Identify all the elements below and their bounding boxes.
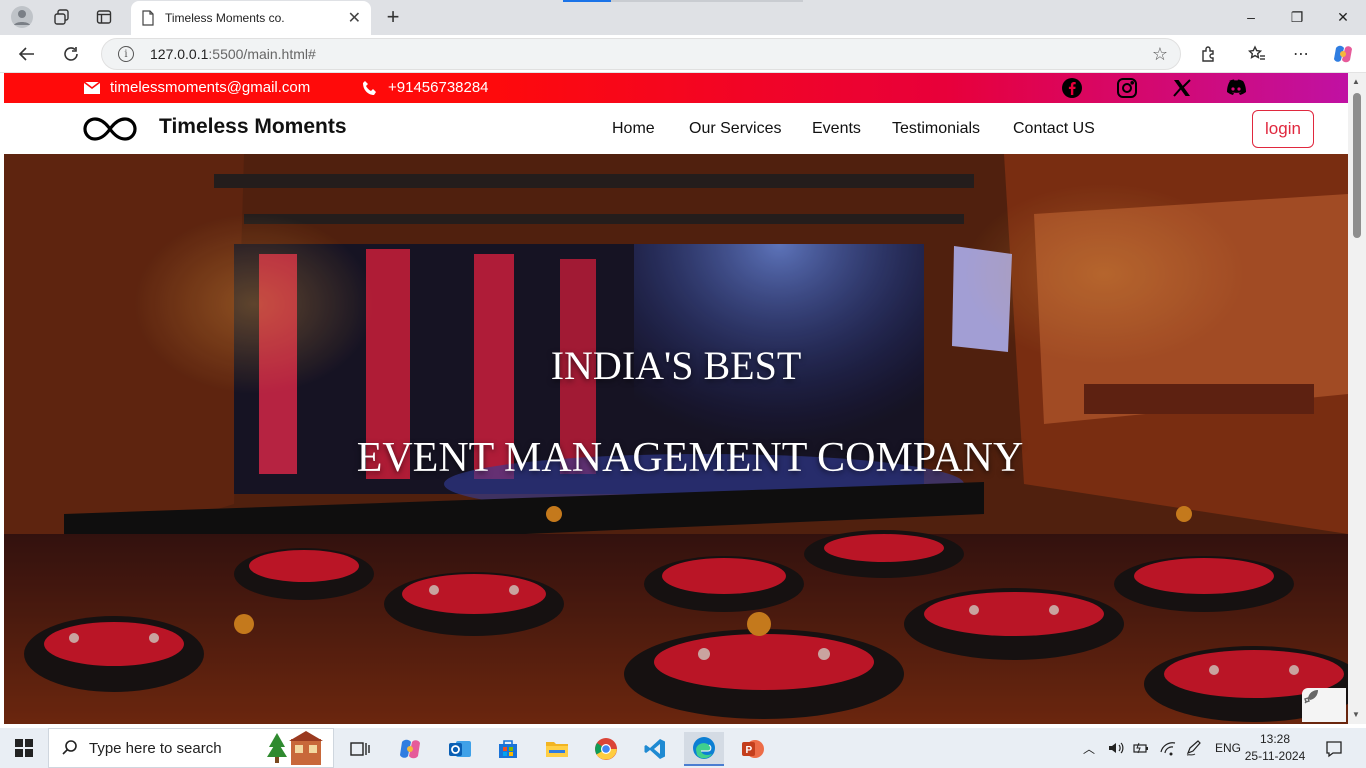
favorite-star-icon[interactable]: ☆ (1152, 44, 1168, 65)
battery-icon[interactable] (1133, 740, 1151, 756)
tab-loading-indicator (563, 0, 611, 2)
vscode-icon[interactable] (635, 732, 675, 766)
hero-heading-line-2: EVENT MANAGEMENT COMPANY (356, 435, 1024, 481)
back-button[interactable] (12, 40, 42, 68)
page-viewport: timelessmoments@gmail.com +91456738284 T… (4, 73, 1348, 724)
url-host: 127.0.0.1 (150, 46, 209, 62)
svg-text:P: P (746, 745, 753, 756)
volume-icon[interactable] (1107, 740, 1125, 756)
brand-name[interactable]: Timeless Moments (159, 115, 347, 139)
email-contact[interactable]: timelessmoments@gmail.com (84, 79, 310, 96)
reload-button[interactable] (56, 40, 86, 68)
copilot-icon[interactable] (1328, 40, 1358, 68)
scroll-up-arrow-icon[interactable]: ▲ (1352, 77, 1360, 86)
phone-contact[interactable]: +91456738284 (362, 79, 489, 96)
search-highlight-icon (267, 731, 323, 765)
infinity-logo-icon[interactable] (82, 114, 138, 144)
main-navbar: Timeless Moments Home Our Services Event… (4, 103, 1348, 154)
outlook-icon[interactable] (440, 732, 480, 766)
minimize-button[interactable]: – (1228, 0, 1274, 34)
new-tab-button[interactable]: + (380, 4, 406, 30)
pen-icon[interactable] (1185, 740, 1203, 756)
discord-icon[interactable] (1223, 75, 1249, 101)
mail-icon (84, 81, 100, 94)
taskbar-clock[interactable]: 13:28 25-11-2024 (1240, 731, 1310, 765)
scroll-thumb[interactable] (1353, 93, 1361, 238)
extensions-icon[interactable] (1194, 40, 1224, 68)
taskbar-search-box[interactable]: Type here to search (48, 728, 334, 768)
close-window-button[interactable]: ✕ (1320, 0, 1366, 34)
floating-rocket-button[interactable] (1302, 688, 1346, 722)
scroll-down-arrow-icon[interactable]: ▼ (1352, 710, 1360, 719)
phone-icon (363, 80, 376, 95)
page-favicon-icon (142, 10, 154, 26)
copilot-taskbar-icon[interactable] (390, 732, 430, 766)
rocket-icon (1304, 690, 1318, 704)
x-icon[interactable] (1169, 75, 1195, 101)
windows-logo-icon (15, 739, 33, 757)
address-toolbar: i 127.0.0.1:5500/main.html# ☆ ⋯ (0, 35, 1366, 73)
tab-actions-icon[interactable] (90, 4, 118, 30)
site-info-icon[interactable]: i (118, 46, 134, 62)
chrome-icon[interactable] (586, 732, 626, 766)
nav-testimonials[interactable]: Testimonials (892, 120, 980, 138)
edge-icon[interactable] (684, 732, 724, 766)
phone-text: +91456738284 (388, 79, 489, 96)
url-path: :5500/main.html# (208, 46, 316, 62)
clock-time: 13:28 (1259, 732, 1291, 746)
tab-title: Timeless Moments co. (165, 11, 285, 25)
instagram-icon[interactable] (1114, 75, 1140, 101)
tab-loading-track (611, 0, 803, 2)
more-menu-icon[interactable]: ⋯ (1286, 40, 1316, 68)
contact-strip: timelessmoments@gmail.com +91456738284 (4, 73, 1348, 103)
notifications-icon[interactable] (1314, 732, 1354, 766)
profile-icon[interactable] (8, 4, 36, 30)
address-input[interactable]: i 127.0.0.1:5500/main.html# ☆ (101, 38, 1181, 70)
windows-taskbar: Type here to search P ︿ ENG 13:28 25-11-… (0, 728, 1366, 768)
system-tray: ︿ ENG (1083, 728, 1241, 768)
browser-tab-bar: Timeless Moments co. ✕ + – ❐ ✕ (0, 0, 1366, 35)
login-button[interactable]: login (1252, 110, 1314, 148)
tab-close-button[interactable]: ✕ (348, 8, 361, 28)
chevron-up-icon[interactable]: ︿ (1083, 740, 1095, 757)
task-view-icon[interactable] (340, 732, 380, 766)
clock-date: 25-11-2024 (1244, 749, 1306, 763)
wifi-icon[interactable] (1159, 740, 1177, 756)
powerpoint-icon[interactable]: P (733, 732, 773, 766)
nav-contact-us[interactable]: Contact US (1013, 120, 1095, 138)
search-icon (62, 740, 77, 755)
favorites-icon[interactable] (1242, 40, 1272, 68)
hero-heading-line-1: INDIA'S BEST (550, 343, 802, 388)
restore-button[interactable]: ❐ (1274, 0, 1320, 34)
nav-events[interactable]: Events (812, 120, 861, 138)
browser-tab[interactable]: Timeless Moments co. ✕ (131, 1, 371, 35)
workspaces-icon[interactable] (48, 4, 76, 30)
language-indicator[interactable]: ENG (1215, 741, 1241, 755)
file-explorer-icon[interactable] (537, 732, 577, 766)
microsoft-store-icon[interactable] (488, 732, 528, 766)
nav-our-services[interactable]: Our Services (689, 120, 781, 138)
nav-home[interactable]: Home (612, 120, 655, 138)
page-scrollbar[interactable]: ▲ ▼ (1348, 73, 1366, 724)
start-button[interactable] (0, 728, 48, 768)
search-placeholder: Type here to search (89, 739, 222, 757)
email-text: timelessmoments@gmail.com (110, 79, 311, 96)
facebook-icon[interactable] (1059, 75, 1085, 101)
hero-banner: INDIA'S BEST EVENT MANAGEMENT COMPANY (4, 154, 1348, 724)
